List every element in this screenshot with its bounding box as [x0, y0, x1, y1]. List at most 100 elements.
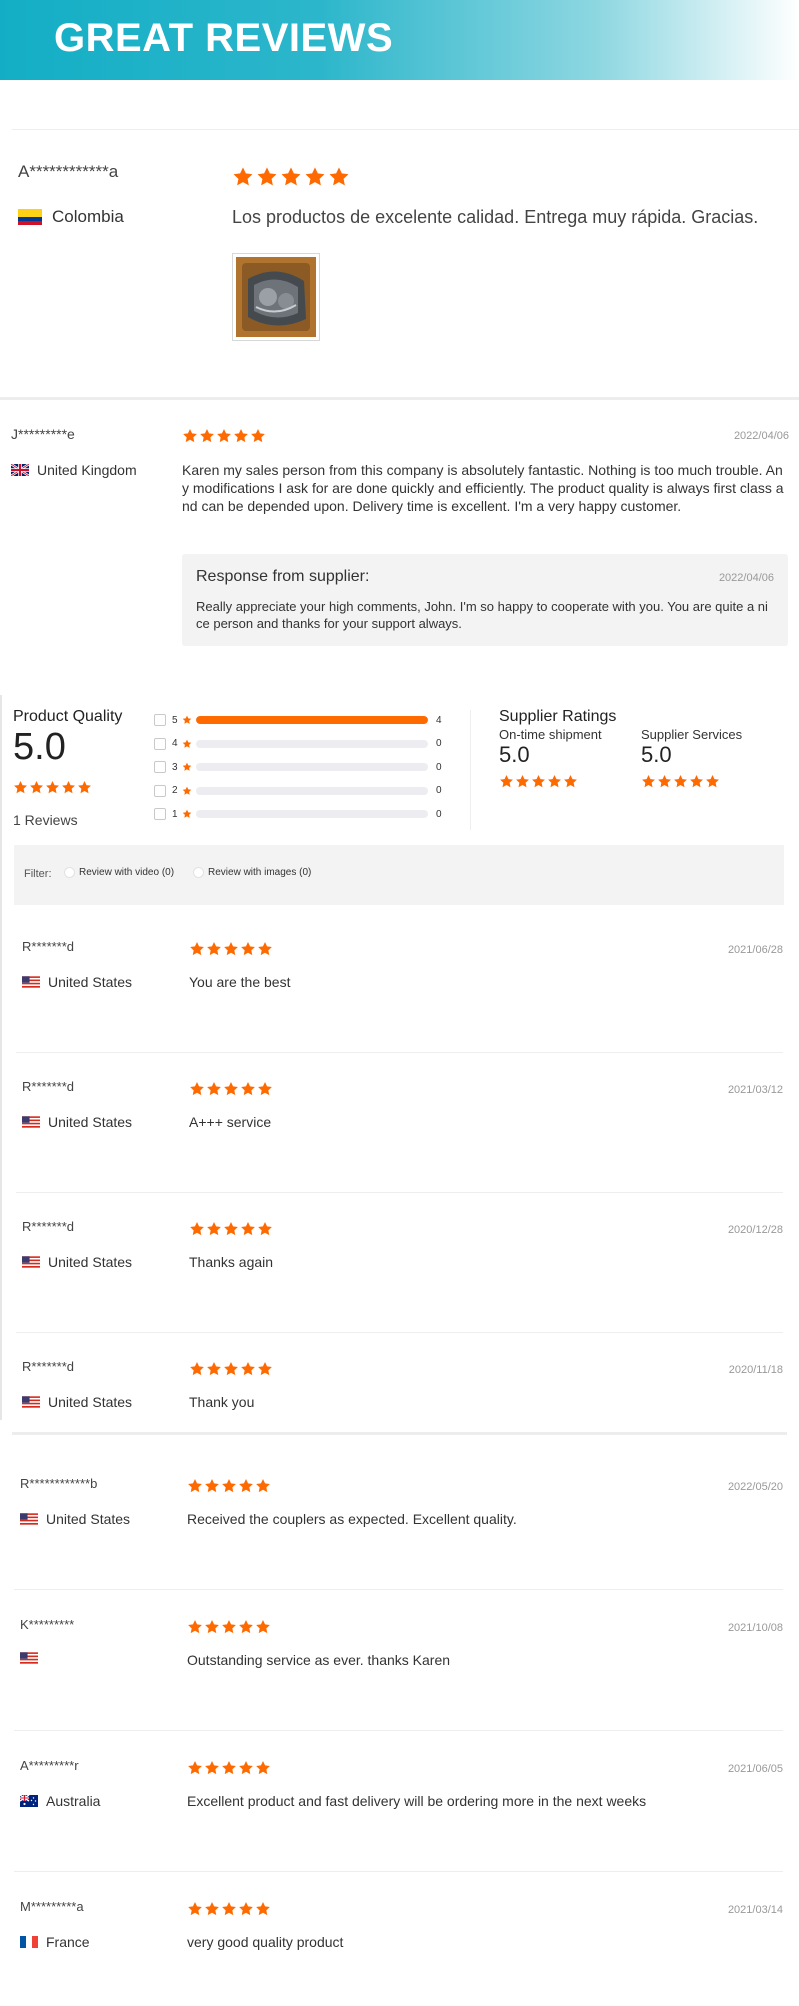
filter-images-option[interactable]: Review with images (0) [193, 867, 311, 878]
filter-video-option[interactable]: Review with video (0) [64, 867, 174, 878]
reviewer-country: United States [20, 1511, 130, 1527]
star-level: 3 [172, 761, 178, 773]
review-filter-bar: Filter: Review with video (0) Review wit… [14, 845, 784, 905]
review-text: Karen my sales person from this company … [182, 462, 784, 514]
star-icon [548, 774, 561, 788]
reviewer-country [20, 1652, 38, 1664]
divider [470, 710, 471, 830]
rating-stars [641, 774, 742, 789]
banner-title: GREAT REVIEWS [54, 16, 394, 60]
star-level: 1 [172, 808, 178, 820]
distribution-bar [196, 716, 428, 724]
star-count: 0 [436, 785, 442, 796]
rating-stars [187, 1478, 272, 1494]
country-name: United States [48, 1254, 133, 1270]
star-icon [207, 1362, 221, 1376]
us-flag-icon [20, 1513, 38, 1525]
country-name: France [46, 1934, 90, 1950]
distribution-row-5: 54 [154, 713, 444, 727]
review-count: 1 Reviews [13, 812, 78, 828]
radio-icon[interactable] [64, 867, 75, 878]
star-icon [205, 1479, 219, 1493]
us-flag-icon [22, 1116, 40, 1128]
rating-score: 5.0 [499, 742, 530, 767]
star-icon [188, 1479, 202, 1493]
rating-stars [182, 428, 267, 444]
star-icon [78, 780, 91, 794]
review-text: very good quality product [187, 1934, 344, 1950]
reviewer-country: United Kingdom [11, 462, 137, 478]
reviewer-name: A************a [18, 162, 119, 181]
response-date: 2022/04/06 [718, 572, 774, 584]
divider [14, 1871, 783, 1872]
rating-label: Supplier Services [641, 727, 743, 742]
star-level: 2 [172, 785, 178, 796]
star-icon [205, 1761, 219, 1775]
star-icon [706, 774, 719, 788]
rating-stars [232, 166, 352, 188]
star-icon [239, 1902, 253, 1916]
star-filter-checkbox[interactable] [154, 737, 166, 750]
reviewer-country: United States [22, 974, 132, 990]
distribution-bar [196, 763, 428, 771]
reviewer-name: R*******d [22, 1359, 75, 1374]
country-name: United States [46, 1511, 131, 1527]
review-text: Excellent product and fast delivery will… [187, 1793, 647, 1809]
star-icon [30, 780, 43, 794]
country-name: United States [48, 1114, 133, 1130]
star-icon [190, 1222, 204, 1236]
star-icon [239, 1479, 253, 1493]
star-icon [182, 715, 192, 724]
star-icon [564, 774, 577, 788]
star-icon [182, 809, 192, 818]
review-text: A+++ service [189, 1114, 272, 1130]
filter-label: Filter: [24, 868, 52, 880]
filter-option-label: Review with video (0) [79, 867, 175, 878]
reviewer-country: United States [22, 1114, 132, 1130]
response-text: Really appreciate your high comments, Jo… [196, 599, 768, 631]
star-icon [257, 167, 277, 186]
product-quality-score: 5.0 [13, 726, 66, 768]
star-icon [256, 1761, 270, 1775]
reviewer-name: R*******d [22, 1079, 75, 1094]
star-filter-checkbox[interactable] [154, 761, 166, 773]
divider [16, 1332, 783, 1333]
star-icon [241, 1362, 255, 1376]
reviewer-country: France [20, 1934, 90, 1950]
star-icon [239, 1761, 253, 1775]
star-icon [500, 774, 513, 788]
star-icon [256, 1902, 270, 1916]
star-icon [46, 780, 59, 794]
rating-stars [189, 1221, 274, 1237]
reviewer-name: A*********r [20, 1758, 79, 1773]
response-title: Response from supplier: [196, 568, 370, 585]
reviewer-name: M*********a [20, 1899, 84, 1914]
us-flag-icon [20, 1652, 38, 1664]
reviewer-name: J*********e [11, 426, 75, 442]
reviews-banner: GREAT REVIEWS [0, 0, 799, 80]
star-icon [258, 1222, 272, 1236]
star-filter-checkbox[interactable] [154, 714, 166, 726]
star-filter-checkbox[interactable] [154, 784, 166, 797]
star-icon [207, 1222, 221, 1236]
divider [14, 1589, 783, 1590]
star-count: 0 [436, 808, 442, 820]
star-icon [222, 1902, 236, 1916]
distribution-bar-fill [196, 716, 428, 724]
star-icon [188, 1902, 202, 1916]
review-date: 2021/03/12 [727, 1084, 783, 1096]
distribution-row-1: 10 [154, 807, 444, 821]
product-photo-icon [236, 257, 316, 337]
radio-icon[interactable] [193, 867, 204, 878]
review-photo-thumbnail[interactable] [232, 253, 320, 341]
star-icon [224, 942, 238, 956]
divider [12, 129, 799, 130]
divider [14, 1730, 783, 1731]
divider [16, 1052, 783, 1053]
star-filter-checkbox[interactable] [154, 808, 166, 820]
reviewer-country: Australia [20, 1793, 100, 1809]
star-icon [658, 774, 671, 788]
review-date: 2020/12/28 [727, 1224, 783, 1236]
distribution-row-3: 30 [154, 760, 444, 774]
star-icon [258, 1082, 272, 1096]
